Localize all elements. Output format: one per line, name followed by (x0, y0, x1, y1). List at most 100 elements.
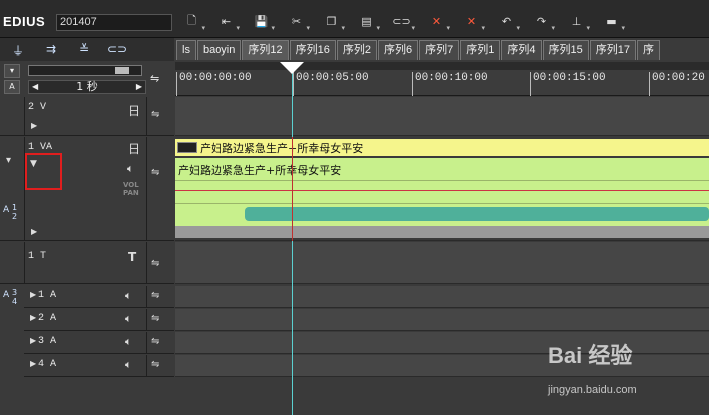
sync-lock-icon[interactable]: ⇋ (151, 336, 159, 347)
track-header-audio[interactable]: ▶ 2 A 🔈︎ ⇋ (24, 309, 174, 331)
dropdown-arrow-icon[interactable]: ▾ (621, 24, 625, 32)
video-clip[interactable]: 产妇路边紧急生产+所幸母女平安 (175, 139, 709, 156)
group-icon[interactable]: ⊂⊃ (105, 42, 129, 57)
dropdown-arrow-icon[interactable]: ▾ (236, 24, 240, 32)
title-mode-icon[interactable]: T (128, 250, 136, 264)
playhead-marker[interactable] (280, 62, 304, 74)
tab-sequence[interactable]: 序 (637, 40, 660, 60)
new-sequence-button[interactable]: 🗋 ▾ (176, 8, 207, 34)
tab-sequence[interactable]: baoyin (196, 40, 242, 60)
dropdown-arrow-icon[interactable]: ▾ (341, 24, 345, 32)
sync-lock-icon[interactable]: ⇋ (151, 258, 159, 269)
paste-button[interactable]: ▤ ▾ (351, 8, 382, 34)
tab-sequence[interactable]: 序列17 (589, 40, 636, 60)
sync-lock-icon[interactable]: ⇋ (151, 109, 159, 120)
track-header-audio[interactable]: ▶ 1 A 🔈︎ ⇋ (24, 286, 174, 308)
ruler-tick (530, 72, 531, 96)
link-button[interactable]: ⊂⊃ ▾ (386, 8, 417, 34)
tab-sequence[interactable]: 序列1 (460, 40, 501, 60)
track-lane-audio[interactable] (175, 286, 709, 308)
track-lane-1t[interactable] (175, 242, 709, 284)
track-lane-audio[interactable] (175, 309, 709, 331)
undo-button[interactable]: ↶ ▾ (491, 8, 522, 34)
copy-button[interactable]: ❐ ▾ (316, 8, 347, 34)
zoom-next-icon[interactable]: ▶ (136, 81, 142, 93)
audio-mix-button[interactable]: ⊥ ▾ (561, 8, 592, 34)
sync-lock-icon[interactable]: ⇋ (151, 167, 159, 178)
tab-sequence[interactable]: 序列7 (419, 40, 460, 60)
speaker-icon[interactable]: 🔈︎ (125, 335, 132, 349)
zoom-unit-select[interactable]: ◀ 1 秒 ▶ (28, 80, 146, 94)
dropdown-arrow-icon[interactable]: ▾ (271, 24, 275, 32)
timecode-ruler[interactable]: 00:00:00:00 00:00:05:00 00:00:10:00 00:00:1… (175, 62, 709, 96)
dropdown-arrow-icon[interactable]: ▾ (201, 24, 205, 32)
zoom-slider-thumb[interactable] (115, 67, 129, 74)
sync-lock-icon[interactable]: ⇋ (151, 359, 159, 370)
expand-arrow-icon[interactable]: ▶ (31, 121, 37, 130)
swap-icon[interactable]: ⇋ (150, 72, 159, 85)
document-icon: 🗋 (187, 13, 196, 27)
pan-label[interactable]: PAN (123, 189, 139, 197)
zoom-prev-icon[interactable]: ◀ (32, 81, 38, 93)
dropdown-arrow-icon[interactable]: ▾ (306, 24, 310, 32)
scrub-bar[interactable] (175, 62, 709, 70)
zoom-slider[interactable] (28, 65, 142, 76)
audio-waveform (245, 207, 709, 221)
dropdown-arrow-icon[interactable]: ▾ (551, 24, 555, 32)
track-header-2v[interactable]: 2 V 日 ▶ ⇋ (0, 97, 174, 136)
tab-sequence[interactable]: 序列4 (501, 40, 542, 60)
dropdown-arrow-icon[interactable]: ▾ (411, 24, 415, 32)
dropdown-arrow-icon[interactable]: ▾ (446, 24, 450, 32)
tab-sequence[interactable]: 序列6 (378, 40, 419, 60)
tab-sequence[interactable]: ls (176, 40, 196, 60)
speaker-icon[interactable]: 🔈︎ (125, 312, 132, 326)
audio-group-header: A 3 4 (0, 286, 24, 378)
collapse-track-icon[interactable]: ▾ (6, 155, 11, 166)
save-button[interactable]: 💾 ▾ (246, 8, 277, 34)
audio-lock-icon[interactable]: A (4, 80, 20, 94)
import-button[interactable]: ⇤ ▾ (211, 8, 242, 34)
video-mode-icon[interactable]: 日 (128, 102, 140, 119)
expand-arrow-icon[interactable]: ▶ (30, 290, 36, 299)
link-icon: ⊂⊃ (392, 14, 411, 28)
track-mode-icon[interactable]: ⏚ (6, 42, 30, 58)
more-button[interactable]: ▬ ▾ (596, 8, 627, 34)
timeline-bottom (0, 377, 709, 415)
vol-label[interactable]: VOL (123, 181, 139, 189)
expand-arrow-icon[interactable]: ▶ (30, 313, 36, 322)
track-header-1t[interactable]: 1 T T ⇋ (0, 242, 174, 284)
redo-button[interactable]: ↷ ▾ (526, 8, 557, 34)
expand-arrow-icon[interactable]: ▶ (30, 359, 36, 368)
track-header-1va[interactable]: ▾ 1 VA 日 🔈︎ VOL PAN ▼ ▶ ⇋ A 1 2 (0, 137, 174, 241)
link-mode-icon[interactable]: ≚ (72, 42, 96, 57)
expand-arrow-icon[interactable]: ▶ (30, 336, 36, 345)
project-name-field[interactable]: 201407 (56, 14, 172, 31)
sync-lock-icon[interactable]: ⇋ (151, 290, 159, 301)
speaker-icon[interactable]: 🔈︎ (125, 289, 132, 303)
delete-button[interactable]: ✕ ▾ (456, 8, 487, 34)
dropdown-arrow-icon[interactable]: ▾ (516, 24, 520, 32)
dropdown-arrow-icon[interactable]: ▾ (586, 24, 590, 32)
tab-sequence[interactable]: 序列12 (242, 40, 289, 60)
track-lane-2v[interactable] (175, 97, 709, 136)
app-brand: EDIUS (3, 14, 46, 29)
cut-button[interactable]: ✂ ▾ (281, 8, 312, 34)
dropdown-arrow-icon[interactable]: ▾ (376, 24, 380, 32)
expand-arrow-icon[interactable]: ▶ (31, 227, 37, 236)
audio-group-num2: 4 (12, 297, 18, 306)
sync-lock-icon[interactable]: ⇋ (151, 313, 159, 324)
speaker-icon[interactable]: 🔈︎ (125, 358, 132, 372)
tab-sequence[interactable]: 序列16 (289, 40, 336, 60)
speaker-icon[interactable]: 🔈︎ (127, 162, 134, 176)
tab-sequence[interactable]: 序列2 (336, 40, 377, 60)
track-header-audio[interactable]: ▶ 3 A 🔈︎ ⇋ (24, 332, 174, 354)
dropdown-arrow-icon[interactable]: ▾ (481, 24, 485, 32)
tab-sequence[interactable]: 序列15 (542, 40, 589, 60)
collapse-icon[interactable]: ▾ (4, 64, 20, 78)
delete-ripple-button[interactable]: ✕ ▾ (421, 8, 452, 34)
sync-icon[interactable]: ⇉ (39, 42, 63, 57)
audio-clip[interactable]: 产妇路边紧急生产+所幸母女平安 (175, 158, 709, 238)
track-header-audio[interactable]: ▶ 4 A 🔈︎ ⇋ (24, 355, 174, 377)
video-mode-icon[interactable]: 日 (128, 140, 140, 157)
delete-x-icon: ✕ (431, 14, 442, 28)
